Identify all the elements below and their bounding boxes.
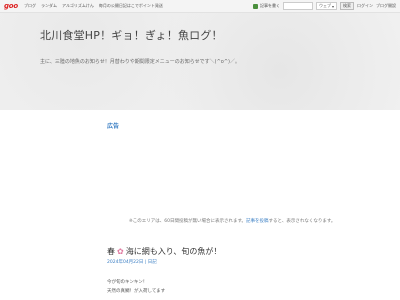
blog-start-link[interactable]: ブログ開設 [376,3,396,9]
post-date[interactable]: 2024年04月22日 | 日記 [107,259,157,265]
post-body: 今が旬のキンキン！ 天然の真鯛！が入荷してます [107,280,166,294]
blog-title[interactable]: 北川食堂HP！ギョ！ぎょ！魚ログ！ [40,27,223,43]
blog-description: 主に、三陸の地魚のお知らせ！月替わりや期間限定メニューのお知らせです＼(^o^)… [40,59,240,65]
top-right-controls: 記事を書く ウェブ ▾ 検索 ログイン ブログ開設 [252,2,396,10]
blog-header: 北川食堂HP！ギョ！ぎょ！魚ログ！ 主に、三陸の地魚のお知らせ！月替わりや期間限… [0,13,400,110]
chevron-down-icon: ▾ [331,3,334,9]
pencil-icon [252,3,258,9]
write-post-link[interactable]: 記事を書く [252,3,280,9]
top-nav: ブログ ランダム アルゴリズムけん 毎月の公開日記はこでポイント発送 [24,3,163,9]
post-title[interactable]: 春 ✿ 海に網も入り、旬の魚が！ [107,246,221,257]
nav-item-random[interactable]: ランダム [41,3,57,9]
post-article-link[interactable]: 記事を投稿 [246,219,269,224]
flower-icon: ✿ [117,247,124,256]
search-scope-select[interactable]: ウェブ ▾ [315,2,337,10]
goo-logo[interactable]: goo [4,2,18,10]
search-input[interactable] [282,2,313,10]
top-bar: goo ブログ ランダム アルゴリズムけん 毎月の公開日記はこでポイント発送 記… [0,0,400,13]
nav-item-algo[interactable]: アルゴリズムけん [62,3,94,9]
nav-item-campaign[interactable]: 毎月の公開日記はこでポイント発送 [99,3,163,9]
nav-item-blog[interactable]: ブログ [24,3,36,9]
ad-label: 広告 [107,123,120,130]
search-button[interactable]: 検索 [340,2,354,10]
ad-notice: ※このエリアは、60日間投稿が無い場合に表示されます。記事を投稿すると、表示され… [129,219,336,224]
login-link[interactable]: ログイン [357,3,373,9]
